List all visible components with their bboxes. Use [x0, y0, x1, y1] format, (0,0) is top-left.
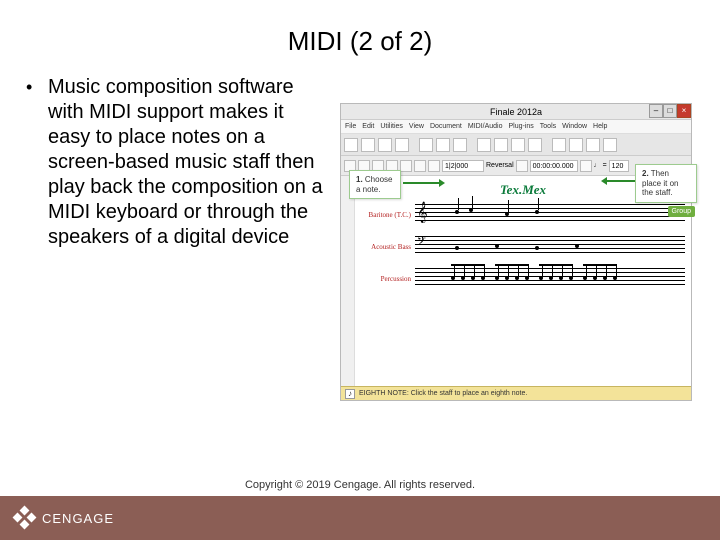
cengage-logo-icon [14, 507, 36, 529]
tool-record-icon[interactable] [453, 138, 467, 152]
tempo-icon[interactable] [580, 160, 592, 172]
brand-text: CENGAGE [42, 511, 114, 526]
tool-expression-icon[interactable] [528, 138, 542, 152]
staff-row-percussion: Percussion [361, 268, 685, 290]
tool-zoom-icon[interactable] [603, 138, 617, 152]
menu-window[interactable]: Window [562, 123, 587, 130]
slide-title: MIDI (2 of 2) [0, 0, 720, 75]
arrow-icon [403, 182, 441, 184]
staff-row-bass: Acoustic Bass 𝄢 [361, 236, 685, 258]
tool-measure-icon[interactable] [569, 138, 583, 152]
treble-clef-icon: 𝄞 [417, 202, 428, 223]
menu-midi-audio[interactable]: MIDI/Audio [468, 123, 503, 130]
toolbar-main [341, 134, 691, 156]
score-main[interactable]: Tex.Mex Baritone (T.C.) 𝄞 [355, 176, 691, 386]
tool-text-icon[interactable] [477, 138, 491, 152]
callout-choose-note: 1. Choose a note. [349, 170, 401, 199]
menu-bar: File Edit Utilities View Document MIDI/A… [341, 120, 691, 134]
app-window: Finale 2012a – □ × File Edit Utilities V… [340, 103, 692, 401]
instrument-label: Acoustic Bass [361, 243, 415, 251]
bullet-dot-icon: • [26, 75, 48, 99]
bullet-text: Music composition software with MIDI sup… [48, 75, 326, 250]
maximize-button[interactable]: □ [663, 104, 677, 118]
footer-bar: CENGAGE [0, 496, 720, 540]
pb-forward-icon[interactable] [414, 160, 426, 172]
measure-counter[interactable]: 1|2|000 [442, 160, 484, 172]
tool-lyric-icon[interactable] [494, 138, 508, 152]
menu-edit[interactable]: Edit [362, 123, 374, 130]
content-area: • Music composition software with MIDI s… [0, 75, 720, 401]
menu-utilities[interactable]: Utilities [380, 123, 403, 130]
tool-arrow-icon[interactable] [344, 138, 358, 152]
instrument-label: Baritone (T.C.) [361, 211, 415, 219]
tool-staff-icon[interactable] [586, 138, 600, 152]
callout-number: 1. [356, 175, 363, 184]
group-tab[interactable]: Group [668, 206, 695, 217]
eighth-note-icon: ♪ [345, 389, 355, 399]
arrow-icon [605, 180, 635, 182]
menu-view[interactable]: View [409, 123, 424, 130]
staff-baritone[interactable]: 𝄞 [415, 204, 685, 226]
pb-loop-icon[interactable] [516, 160, 528, 172]
brand: CENGAGE [0, 507, 114, 529]
copyright-text: Copyright © 2019 Cengage. All rights res… [245, 479, 475, 491]
tool-play-icon[interactable] [419, 138, 433, 152]
bullet-item: • Music composition software with MIDI s… [26, 75, 326, 250]
menu-document[interactable]: Document [430, 123, 462, 130]
staff-bass[interactable]: 𝄢 [415, 236, 685, 258]
tool-stop-icon[interactable] [436, 138, 450, 152]
pb-pause-icon[interactable] [400, 160, 412, 172]
tool-note-icon[interactable] [361, 138, 375, 152]
staff-percussion[interactable] [415, 268, 685, 290]
bpm-field[interactable]: 120 [609, 160, 629, 172]
status-text: EIGHTH NOTE: Click the staff to place an… [359, 387, 527, 401]
staff-row-baritone: Baritone (T.C.) 𝄞 [361, 204, 685, 226]
callout-number: 2. [642, 169, 649, 178]
reversal-label: Reversal [486, 162, 514, 169]
tool-repeat-icon[interactable] [552, 138, 566, 152]
menu-plugins[interactable]: Plug-ins [508, 123, 533, 130]
status-bar: ♪ EIGHTH NOTE: Click the staff to place … [341, 386, 691, 400]
time-field[interactable]: 00:00:00.000 [530, 160, 578, 172]
text-column: • Music composition software with MIDI s… [26, 75, 326, 401]
minimize-button[interactable]: – [649, 104, 663, 118]
titlebar: Finale 2012a – □ × [341, 104, 691, 120]
tool-rest-icon[interactable] [378, 138, 392, 152]
window-title: Finale 2012a [490, 107, 542, 117]
close-button[interactable]: × [677, 104, 691, 118]
menu-file[interactable]: File [345, 123, 356, 130]
menu-help[interactable]: Help [593, 123, 607, 130]
menu-tools[interactable]: Tools [540, 123, 556, 130]
score-area: Tex.Mex Baritone (T.C.) 𝄞 [341, 176, 691, 386]
copyright-line: Copyright © 2019 Cengage. All rights res… [0, 474, 720, 496]
window-buttons: – □ × [649, 104, 691, 120]
instrument-label: Percussion [361, 275, 415, 283]
callout-place-staff: 2. Then place it on the staff. [635, 164, 697, 203]
score-ruler [341, 176, 355, 386]
pb-skip-fwd-icon[interactable] [428, 160, 440, 172]
screenshot-column: Finale 2012a – □ × File Edit Utilities V… [340, 103, 694, 401]
tool-tuplet-icon[interactable] [395, 138, 409, 152]
bass-clef-icon: 𝄢 [417, 236, 426, 252]
tool-chord-icon[interactable] [511, 138, 525, 152]
